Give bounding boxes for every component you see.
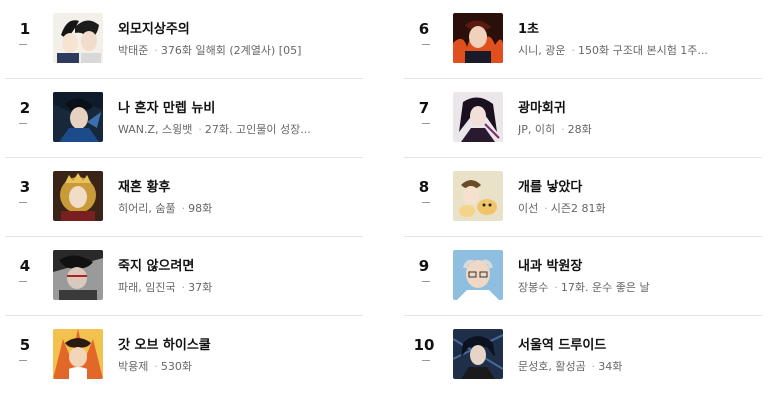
webtoon-thumbnail[interactable] (453, 92, 503, 142)
webtoon-episode: 28화 (567, 123, 592, 136)
webtoon-title[interactable]: 서울역 드루이드 (518, 334, 606, 353)
ranking-item[interactable]: 9 내과 박원장 장봉수 · 17화. 운수 좋은 날 (404, 237, 762, 316)
rank-change-indicator (422, 123, 430, 124)
webtoon-thumbnail[interactable] (453, 250, 503, 300)
webtoon-episode: 시즌2 81화 (550, 202, 606, 215)
webtoon-title[interactable]: 재혼 황후 (118, 176, 170, 195)
webtoon-episode: 37화 (188, 281, 213, 294)
webtoon-thumbnail[interactable] (53, 171, 103, 221)
rank-number: 1 (19, 20, 31, 38)
webtoon-title[interactable]: 광마회귀 (518, 97, 566, 116)
rank-change-indicator (422, 202, 430, 203)
webtoon-title[interactable]: 외모지상주의 (118, 18, 190, 37)
rank-change-indicator (19, 281, 27, 282)
webtoon-meta: 히어리, 숨풀 · 98화 (118, 200, 353, 216)
webtoon-thumbnail[interactable] (53, 250, 103, 300)
webtoon-meta: 장봉수 · 17화. 운수 좋은 날 (518, 279, 708, 295)
rank-change-indicator (19, 123, 27, 124)
webtoon-author: 히어리, 숨풀 (118, 202, 176, 215)
webtoon-author: 박용제 (118, 360, 149, 373)
webtoon-meta: 박용제 · 530화 (118, 358, 353, 374)
rank-number: 8 (418, 178, 430, 196)
webtoon-meta: 박태준 · 376화 일해회 (2계열사) [05] (118, 42, 353, 58)
webtoon-thumbnail[interactable] (53, 92, 103, 142)
webtoon-episode: 98화 (188, 202, 213, 215)
rank-number: 3 (19, 178, 31, 196)
rank-number: 9 (418, 257, 430, 275)
webtoon-thumbnail[interactable] (453, 329, 503, 379)
webtoon-author: 시니, 광운 (518, 44, 566, 57)
ranking-item[interactable]: 3 재혼 황후 히어리, 숨풀 · 98화 (5, 158, 363, 237)
webtoon-episode: 17화. 운수 좋은 날 (560, 281, 650, 294)
separator-dot: · (154, 360, 158, 373)
webtoon-title[interactable]: 1초 (518, 18, 539, 37)
separator-dot: · (181, 281, 186, 294)
webtoon-title[interactable]: 갓 오브 하이스쿨 (118, 334, 211, 353)
ranking-item[interactable]: 7 광마회귀 JP, 이히 · 28화 (404, 79, 762, 158)
rank-number: 5 (19, 336, 31, 354)
webtoon-author: 파래, 임진국 (118, 281, 176, 294)
webtoon-meta: 문성호, 활성곰 · 34화 (518, 358, 708, 374)
rank-change-indicator (422, 44, 430, 45)
webtoon-episode: 27화. 고인물이 성장... (204, 123, 311, 136)
separator-dot: · (561, 123, 565, 136)
rank-number: 10 (413, 336, 435, 354)
webtoon-episode: 150화 구조대 본시험 1주... (577, 44, 708, 57)
ranking-item[interactable]: 8 개를 낳았다 이선 · 시즌2 81화 (404, 158, 762, 237)
ranking-item[interactable]: 4 죽지 않으려면 파래, 임진국 · 37화 (5, 237, 363, 316)
webtoon-author: 장봉수 (518, 281, 549, 294)
rank-change-indicator (422, 281, 430, 282)
webtoon-title[interactable]: 내과 박원장 (518, 255, 582, 274)
webtoon-title[interactable]: 죽지 않으려면 (118, 255, 194, 274)
ranking-item[interactable]: 5 갓 오브 하이스쿨 박용제 · 530화 (5, 316, 363, 395)
ranking-item[interactable]: 1 외모지상주의 박태준 · 376화 일해회 (2계열사) [05] (5, 0, 363, 79)
webtoon-ranking-list: 1 외모지상주의 박태준 · 376화 일해회 (2계열사) [05] 2 나 혼자… (0, 0, 777, 400)
ranking-column-left: 1 외모지상주의 박태준 · 376화 일해회 (2계열사) [05] 2 나 혼자… (0, 0, 381, 400)
webtoon-meta: 시니, 광운 · 150화 구조대 본시험 1주... (518, 42, 708, 58)
webtoon-thumbnail[interactable] (453, 13, 503, 63)
webtoon-meta: 파래, 임진국 · 37화 (118, 279, 353, 295)
rank-number: 4 (19, 257, 31, 275)
webtoon-thumbnail[interactable] (453, 171, 503, 221)
ranking-item[interactable]: 10 서울역 드루이드 문성호, 활성곰 · 34화 (404, 316, 762, 395)
rank-change-indicator (19, 44, 27, 45)
rank-change-indicator (19, 360, 27, 361)
webtoon-episode: 376화 일해회 (2계열사) [05] (160, 44, 302, 57)
ranking-column-right: 6 1초 시니, 광운 · 150화 구조대 본시험 1주... 7 광마회귀 JP… (404, 0, 769, 400)
rank-number: 6 (418, 20, 430, 38)
webtoon-author: 이선 (518, 202, 539, 215)
webtoon-meta: JP, 이히 · 28화 (518, 121, 708, 137)
separator-dot: · (554, 281, 558, 294)
rank-number: 7 (418, 99, 430, 117)
webtoon-author: 문성호, 활성곰 (518, 360, 586, 373)
rank-number: 2 (19, 99, 31, 117)
webtoon-author: 박태준 (118, 44, 149, 57)
webtoon-title[interactable]: 개를 낳았다 (518, 176, 582, 195)
separator-dot: · (571, 44, 575, 57)
separator-dot: · (181, 202, 186, 215)
webtoon-meta: 이선 · 시즌2 81화 (518, 200, 708, 216)
webtoon-episode: 530화 (160, 360, 192, 373)
webtoon-thumbnail[interactable] (53, 329, 103, 379)
separator-dot: · (154, 44, 158, 57)
rank-change-indicator (422, 360, 430, 361)
separator-dot: · (544, 202, 548, 215)
separator-dot: · (198, 123, 202, 136)
webtoon-title[interactable]: 나 혼자 만렙 뉴비 (118, 97, 215, 116)
ranking-item[interactable]: 6 1초 시니, 광운 · 150화 구조대 본시험 1주... (404, 0, 762, 79)
webtoon-episode: 34화 (598, 360, 623, 373)
rank-change-indicator (19, 202, 27, 203)
webtoon-meta: WAN.Z, 스윙뱃 · 27화. 고인물이 성장... (118, 121, 353, 137)
webtoon-author: JP, 이히 (518, 123, 556, 136)
ranking-item[interactable]: 2 나 혼자 만렙 뉴비 WAN.Z, 스윙뱃 · 27화. 고인물이 성장... (5, 79, 363, 158)
separator-dot: · (591, 360, 596, 373)
webtoon-thumbnail[interactable] (53, 13, 103, 63)
webtoon-author: WAN.Z, 스윙뱃 (118, 123, 193, 136)
